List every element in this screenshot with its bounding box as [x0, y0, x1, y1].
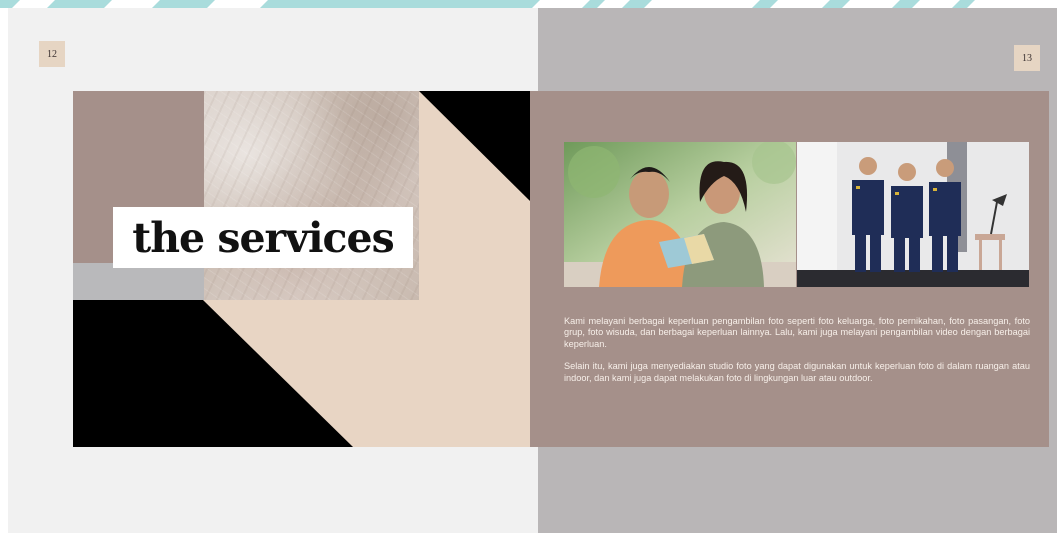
paragraph-1: Kami melayani berbagai keperluan pengamb…: [564, 316, 1030, 349]
services-collage: [73, 91, 530, 447]
top-stripe-decoration: [0, 0, 1057, 8]
paragraph-2: Selain itu, kami juga menyediakan studio…: [564, 361, 1030, 383]
page-number-right: 13: [1014, 45, 1040, 71]
marble-texture-image: [204, 91, 419, 300]
photo-icon: [564, 142, 796, 287]
page-number-left: 12: [39, 41, 65, 67]
title-box: the services: [113, 207, 413, 268]
graduates-photo: [797, 142, 1029, 287]
services-description: Kami melayani berbagai keperluan pengamb…: [564, 316, 1030, 384]
photo-icon: [797, 142, 1029, 287]
page-title: the services: [132, 213, 394, 262]
couple-photo: [564, 142, 796, 287]
